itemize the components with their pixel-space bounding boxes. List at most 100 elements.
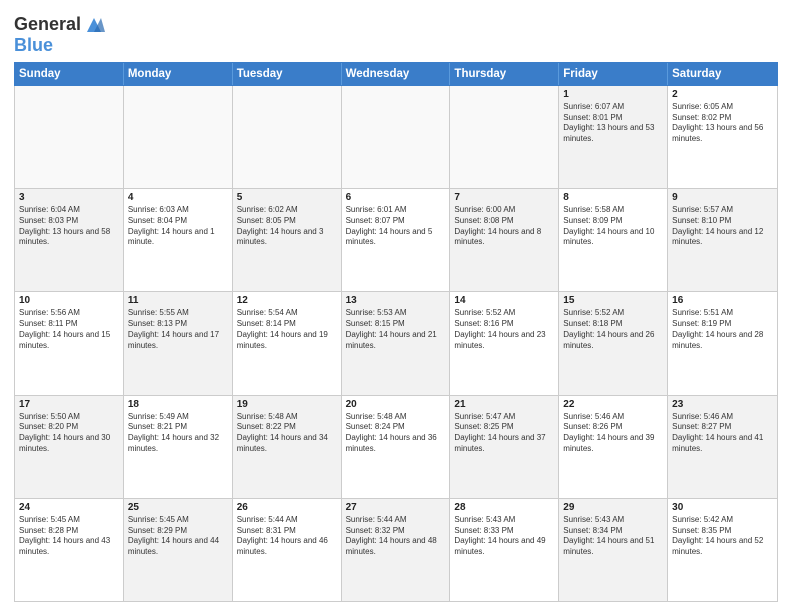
- day-number: 29: [563, 502, 663, 513]
- calendar-cell: 5 Sunrise: 6:02 AM Sunset: 8:05 PM Daylig…: [233, 189, 342, 291]
- day-number: 14: [454, 295, 554, 306]
- calendar-cell: 17 Sunrise: 5:50 AM Sunset: 8:20 PM Dayli…: [15, 396, 124, 498]
- calendar-cell: 13 Sunrise: 5:53 AM Sunset: 8:15 PM Dayli…: [342, 292, 451, 394]
- calendar-row-0: 1Sunrise: 6:07 AM Sunset: 8:01 PM Daylig…: [15, 86, 777, 189]
- header-cell-thursday: Thursday: [450, 63, 559, 85]
- calendar-cell: 6 Sunrise: 6:01 AM Sunset: 8:07 PM Daylig…: [342, 189, 451, 291]
- day-number: 2: [672, 89, 773, 100]
- day-content: Sunrise: 6:05 AM Sunset: 8:02 PM Dayligh…: [672, 102, 773, 145]
- calendar-row-2: 10 Sunrise: 5:56 AM Sunset: 8:11 PM Dayli…: [15, 292, 777, 395]
- day-number: 3: [19, 192, 119, 203]
- calendar-cell: [124, 86, 233, 188]
- day-content: Sunrise: 5:56 AM Sunset: 8:11 PM Dayligh…: [19, 308, 119, 351]
- day-number: 9: [672, 192, 773, 203]
- day-content: Sunrise: 5:53 AM Sunset: 8:15 PM Dayligh…: [346, 308, 446, 351]
- calendar-cell: 20 Sunrise: 5:48 AM Sunset: 8:24 PM Dayli…: [342, 396, 451, 498]
- calendar-row-1: 3 Sunrise: 6:04 AM Sunset: 8:03 PM Daylig…: [15, 189, 777, 292]
- day-content: Sunrise: 5:58 AM Sunset: 8:09 PM Dayligh…: [563, 205, 663, 248]
- header-cell-sunday: Sunday: [15, 63, 124, 85]
- calendar-cell: 9 Sunrise: 5:57 AM Sunset: 8:10 PM Daylig…: [668, 189, 777, 291]
- calendar: SundayMondayTuesdayWednesdayThursdayFrid…: [14, 62, 778, 602]
- day-number: 10: [19, 295, 119, 306]
- day-content: Sunrise: 5:52 AM Sunset: 8:18 PM Dayligh…: [563, 308, 663, 351]
- logo-icon: [83, 14, 105, 36]
- calendar-cell: [15, 86, 124, 188]
- day-content: Sunrise: 5:42 AM Sunset: 8:35 PM Dayligh…: [672, 515, 773, 558]
- calendar-cell: 7 Sunrise: 6:00 AM Sunset: 8:08 PM Daylig…: [450, 189, 559, 291]
- day-number: 21: [454, 399, 554, 410]
- calendar-body: 1Sunrise: 6:07 AM Sunset: 8:01 PM Daylig…: [14, 86, 778, 602]
- day-number: 30: [672, 502, 773, 513]
- day-content: Sunrise: 5:48 AM Sunset: 8:24 PM Dayligh…: [346, 412, 446, 455]
- day-content: Sunrise: 5:44 AM Sunset: 8:31 PM Dayligh…: [237, 515, 337, 558]
- header: General Blue: [14, 10, 778, 56]
- day-number: 11: [128, 295, 228, 306]
- day-content: Sunrise: 6:03 AM Sunset: 8:04 PM Dayligh…: [128, 205, 228, 248]
- calendar-row-3: 17 Sunrise: 5:50 AM Sunset: 8:20 PM Dayli…: [15, 396, 777, 499]
- calendar-cell: [342, 86, 451, 188]
- calendar-cell: 26 Sunrise: 5:44 AM Sunset: 8:31 PM Dayli…: [233, 499, 342, 601]
- logo: General Blue: [14, 14, 105, 56]
- header-cell-tuesday: Tuesday: [233, 63, 342, 85]
- calendar-cell: 16Sunrise: 5:51 AM Sunset: 8:19 PM Dayli…: [668, 292, 777, 394]
- day-number: 22: [563, 399, 663, 410]
- calendar-cell: 11 Sunrise: 5:55 AM Sunset: 8:13 PM Dayli…: [124, 292, 233, 394]
- day-number: 19: [237, 399, 337, 410]
- calendar-cell: 21 Sunrise: 5:47 AM Sunset: 8:25 PM Dayli…: [450, 396, 559, 498]
- header-cell-wednesday: Wednesday: [342, 63, 451, 85]
- calendar-cell: [450, 86, 559, 188]
- day-number: 27: [346, 502, 446, 513]
- calendar-cell: [233, 86, 342, 188]
- day-content: Sunrise: 6:00 AM Sunset: 8:08 PM Dayligh…: [454, 205, 554, 248]
- calendar-cell: 10 Sunrise: 5:56 AM Sunset: 8:11 PM Dayli…: [15, 292, 124, 394]
- day-number: 13: [346, 295, 446, 306]
- calendar-cell: 25 Sunrise: 5:45 AM Sunset: 8:29 PM Dayli…: [124, 499, 233, 601]
- day-content: Sunrise: 6:04 AM Sunset: 8:03 PM Dayligh…: [19, 205, 119, 248]
- day-content: Sunrise: 5:45 AM Sunset: 8:29 PM Dayligh…: [128, 515, 228, 558]
- day-number: 8: [563, 192, 663, 203]
- day-number: 18: [128, 399, 228, 410]
- day-content: Sunrise: 5:46 AM Sunset: 8:26 PM Dayligh…: [563, 412, 663, 455]
- day-number: 7: [454, 192, 554, 203]
- day-number: 26: [237, 502, 337, 513]
- day-content: Sunrise: 5:57 AM Sunset: 8:10 PM Dayligh…: [672, 205, 773, 248]
- calendar-cell: 28Sunrise: 5:43 AM Sunset: 8:33 PM Dayli…: [450, 499, 559, 601]
- day-content: Sunrise: 5:54 AM Sunset: 8:14 PM Dayligh…: [237, 308, 337, 351]
- calendar-row-4: 24Sunrise: 5:45 AM Sunset: 8:28 PM Dayli…: [15, 499, 777, 601]
- day-number: 25: [128, 502, 228, 513]
- day-number: 12: [237, 295, 337, 306]
- logo-text-blue: Blue: [14, 36, 105, 56]
- day-content: Sunrise: 5:50 AM Sunset: 8:20 PM Dayligh…: [19, 412, 119, 455]
- day-content: Sunrise: 5:49 AM Sunset: 8:21 PM Dayligh…: [128, 412, 228, 455]
- day-content: Sunrise: 6:01 AM Sunset: 8:07 PM Dayligh…: [346, 205, 446, 248]
- calendar-cell: 24Sunrise: 5:45 AM Sunset: 8:28 PM Dayli…: [15, 499, 124, 601]
- day-content: Sunrise: 5:45 AM Sunset: 8:28 PM Dayligh…: [19, 515, 119, 558]
- day-content: Sunrise: 5:48 AM Sunset: 8:22 PM Dayligh…: [237, 412, 337, 455]
- calendar-cell: 15 Sunrise: 5:52 AM Sunset: 8:18 PM Dayli…: [559, 292, 668, 394]
- header-cell-saturday: Saturday: [668, 63, 777, 85]
- day-number: 15: [563, 295, 663, 306]
- day-content: Sunrise: 6:02 AM Sunset: 8:05 PM Dayligh…: [237, 205, 337, 248]
- day-number: 17: [19, 399, 119, 410]
- calendar-cell: 2 Sunrise: 6:05 AM Sunset: 8:02 PM Daylig…: [668, 86, 777, 188]
- calendar-cell: 22 Sunrise: 5:46 AM Sunset: 8:26 PM Dayli…: [559, 396, 668, 498]
- calendar-header: SundayMondayTuesdayWednesdayThursdayFrid…: [14, 62, 778, 86]
- header-cell-monday: Monday: [124, 63, 233, 85]
- day-content: Sunrise: 5:44 AM Sunset: 8:32 PM Dayligh…: [346, 515, 446, 558]
- day-content: Sunrise: 6:07 AM Sunset: 8:01 PM Dayligh…: [563, 102, 663, 145]
- logo-text-general: General: [14, 15, 81, 35]
- day-content: Sunrise: 5:47 AM Sunset: 8:25 PM Dayligh…: [454, 412, 554, 455]
- day-number: 6: [346, 192, 446, 203]
- day-number: 20: [346, 399, 446, 410]
- day-number: 5: [237, 192, 337, 203]
- day-content: Sunrise: 5:46 AM Sunset: 8:27 PM Dayligh…: [672, 412, 773, 455]
- day-content: Sunrise: 5:43 AM Sunset: 8:33 PM Dayligh…: [454, 515, 554, 558]
- calendar-cell: 14Sunrise: 5:52 AM Sunset: 8:16 PM Dayli…: [450, 292, 559, 394]
- day-number: 16: [672, 295, 773, 306]
- calendar-cell: 12 Sunrise: 5:54 AM Sunset: 8:14 PM Dayli…: [233, 292, 342, 394]
- calendar-cell: 3 Sunrise: 6:04 AM Sunset: 8:03 PM Daylig…: [15, 189, 124, 291]
- day-content: Sunrise: 5:43 AM Sunset: 8:34 PM Dayligh…: [563, 515, 663, 558]
- calendar-cell: 4Sunrise: 6:03 AM Sunset: 8:04 PM Daylig…: [124, 189, 233, 291]
- day-content: Sunrise: 5:55 AM Sunset: 8:13 PM Dayligh…: [128, 308, 228, 351]
- calendar-cell: 30 Sunrise: 5:42 AM Sunset: 8:35 PM Dayli…: [668, 499, 777, 601]
